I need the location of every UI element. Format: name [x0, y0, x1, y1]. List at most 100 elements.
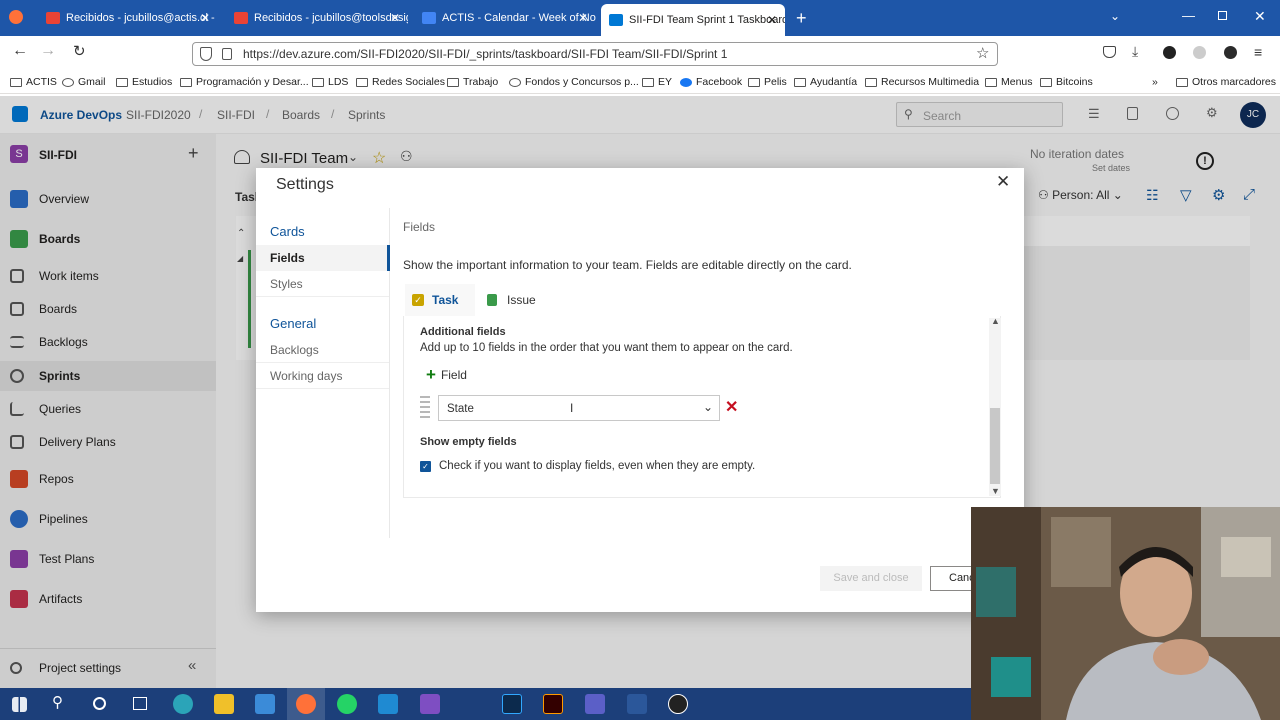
- nav-group-cards: Cards: [270, 224, 305, 239]
- nav-item-working-days[interactable]: Working days: [256, 363, 389, 389]
- bookmark-item[interactable]: Trabajo: [447, 76, 498, 88]
- folder-icon: [985, 77, 997, 87]
- bookmark-item[interactable]: Pelis: [748, 76, 787, 88]
- brave-icon[interactable]: [1224, 46, 1237, 59]
- azure-devops-icon: [609, 14, 623, 26]
- tab-list-icon[interactable]: ⌄: [1110, 9, 1120, 23]
- folder-icon: [10, 77, 22, 87]
- browser-tab[interactable]: ACTIS - Calendar - Week of No ✕: [414, 4, 596, 32]
- close-icon[interactable]: ✕: [767, 13, 777, 27]
- folder-icon: [748, 77, 760, 87]
- tab-task[interactable]: ✓ Task: [405, 284, 475, 316]
- shield-icon: [200, 47, 212, 61]
- show-empty-fields-title: Show empty fields: [420, 436, 517, 448]
- bookmark-item[interactable]: Recursos Multimedia: [865, 76, 979, 88]
- folder-icon: [116, 77, 128, 87]
- minimize-icon[interactable]: —: [1182, 8, 1195, 23]
- more-bookmarks-icon[interactable]: »: [1152, 76, 1158, 88]
- menu-icon[interactable]: ≡: [1254, 44, 1262, 60]
- whatsapp-icon[interactable]: [337, 694, 357, 714]
- restore-icon[interactable]: [1218, 11, 1227, 20]
- bookmark-item[interactable]: Ayudantía: [794, 76, 857, 88]
- browser-tab[interactable]: Recibidos - jcubillos@actis.cl - C ✕: [38, 4, 218, 32]
- edge-icon[interactable]: [173, 694, 193, 714]
- text-cursor-icon: I: [570, 401, 574, 415]
- tab-issue[interactable]: Issue: [485, 284, 555, 316]
- folder-icon: [312, 77, 324, 87]
- nav-item-backlogs[interactable]: Backlogs: [256, 337, 389, 363]
- bookmark-item[interactable]: Facebook: [680, 76, 742, 88]
- firefox-icon[interactable]: [296, 694, 316, 714]
- folder-icon: [356, 77, 368, 87]
- word-icon[interactable]: [627, 694, 647, 714]
- browser-tab[interactable]: Recibidos - jcubillos@toolsdesig ✕: [226, 4, 408, 32]
- profile-icon[interactable]: [1193, 46, 1206, 59]
- browser-tab-bar: Recibidos - jcubillos@actis.cl - C ✕ Reci…: [0, 0, 1280, 36]
- additional-fields-description: Add up to 10 fields in the order that yo…: [420, 342, 793, 354]
- pocket-icon[interactable]: [1103, 46, 1116, 58]
- show-empty-checkbox[interactable]: ✓: [420, 461, 431, 472]
- task-checkbox-icon: ✓: [412, 294, 424, 306]
- settings-dialog: Settings ✕ Cards Fields Styles General B…: [256, 168, 1024, 612]
- photoshop-icon[interactable]: [502, 694, 522, 714]
- search-icon[interactable]: ⚲: [52, 693, 63, 711]
- bookmark-item[interactable]: Redes Sociales: [356, 76, 445, 88]
- scroll-up-icon[interactable]: ▲: [991, 316, 1000, 326]
- remove-field-icon[interactable]: ✕: [725, 397, 738, 417]
- folder-icon: [447, 77, 459, 87]
- obs-icon[interactable]: [668, 694, 688, 714]
- other-bookmarks[interactable]: Otros marcadores: [1176, 76, 1276, 88]
- bookmark-item[interactable]: EY: [642, 76, 672, 88]
- illustrator-icon[interactable]: [543, 694, 563, 714]
- bookmark-item[interactable]: Bitcoins: [1040, 76, 1093, 88]
- drag-handle-icon[interactable]: [420, 396, 430, 420]
- nav-item-fields[interactable]: Fields: [256, 245, 390, 271]
- additional-fields-title: Additional fields: [420, 326, 506, 338]
- bookmark-item[interactable]: LDS: [312, 76, 348, 88]
- scrollbar-thumb[interactable]: [990, 408, 1000, 484]
- close-icon[interactable]: ✕: [200, 11, 210, 25]
- folder-icon: [1176, 77, 1188, 87]
- dialog-title: Settings: [276, 176, 334, 193]
- extension-icon[interactable]: [1163, 46, 1176, 59]
- back-icon[interactable]: ←: [12, 42, 28, 60]
- close-icon[interactable]: ✕: [996, 172, 1010, 192]
- section-title: Fields: [403, 220, 436, 234]
- download-icon[interactable]: ⤓: [1132, 43, 1138, 60]
- chevron-down-icon[interactable]: ⌄: [703, 400, 713, 414]
- add-field-button[interactable]: + Field: [426, 365, 467, 385]
- close-window-icon[interactable]: ✕: [1254, 8, 1266, 25]
- forward-icon[interactable]: →: [40, 42, 56, 60]
- mail-icon[interactable]: [255, 694, 275, 714]
- bookmark-item[interactable]: Gmail: [62, 76, 105, 88]
- windows-start-icon[interactable]: [12, 697, 27, 712]
- teams-icon[interactable]: [585, 694, 605, 714]
- bookmark-item[interactable]: Estudios: [116, 76, 172, 88]
- google-icon: [62, 77, 74, 87]
- visual-studio-icon[interactable]: [420, 694, 440, 714]
- scroll-down-icon[interactable]: ▼: [991, 486, 1000, 496]
- close-icon[interactable]: ✕: [390, 11, 400, 25]
- save-and-close-button[interactable]: Save and close: [820, 566, 922, 591]
- file-explorer-icon[interactable]: [214, 694, 234, 714]
- bookmark-item[interactable]: Programación y Desar...: [180, 76, 309, 88]
- facebook-icon: [680, 77, 692, 87]
- task-view-icon[interactable]: [133, 697, 147, 710]
- new-tab-icon[interactable]: +: [796, 8, 807, 29]
- bookmark-item[interactable]: ACTIS: [10, 76, 57, 88]
- bookmark-item[interactable]: Menus: [985, 76, 1033, 88]
- vscode-icon[interactable]: [378, 694, 398, 714]
- close-icon[interactable]: ✕: [578, 11, 588, 25]
- reload-icon[interactable]: ↻: [73, 42, 86, 60]
- cortana-icon[interactable]: [93, 697, 106, 710]
- globe-icon: [509, 77, 521, 87]
- browser-tab-active[interactable]: SII-FDI Team Sprint 1 Taskboard ✕: [601, 4, 785, 36]
- field-dropdown[interactable]: State I ⌄: [438, 395, 720, 421]
- bookmark-item[interactable]: Fondos y Concursos p...: [509, 76, 639, 88]
- nav-item-styles[interactable]: Styles: [256, 271, 389, 297]
- plus-icon: +: [426, 365, 436, 384]
- url-field[interactable]: https://dev.azure.com/SII-FDI2020/SII-FD…: [192, 42, 998, 66]
- gmail-icon: [234, 12, 248, 24]
- field-value: State: [447, 403, 474, 415]
- bookmark-star-icon[interactable]: ☆: [976, 44, 989, 62]
